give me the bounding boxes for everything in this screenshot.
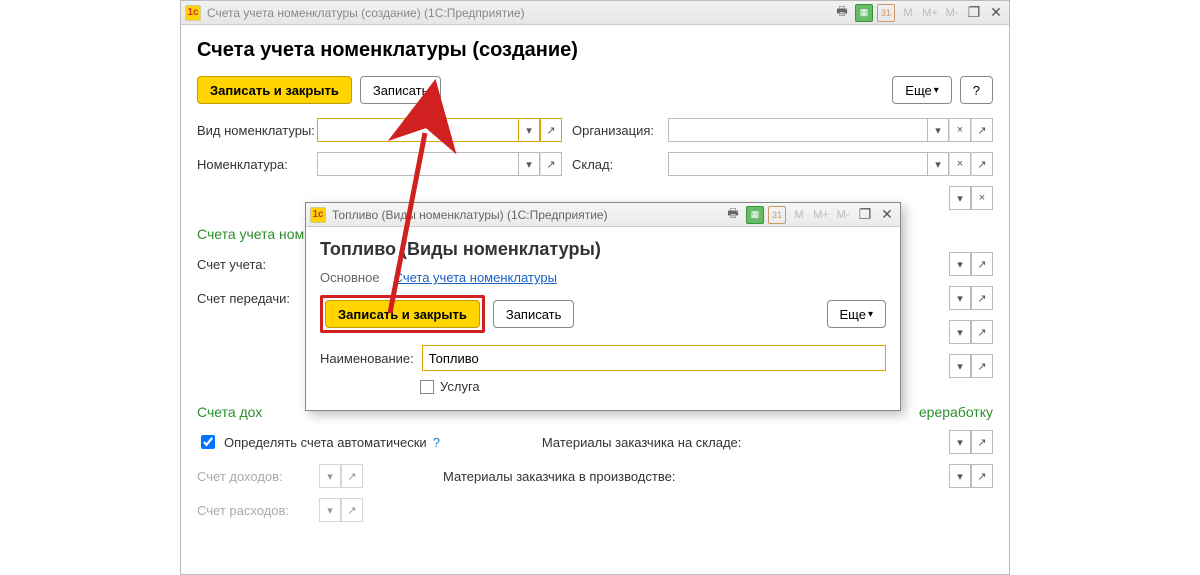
schet-dohodov-label: Счет доходов:: [197, 469, 309, 484]
sklad-input-group: ▾ × ↗: [668, 152, 993, 176]
section-dohody: Счета дох: [197, 404, 272, 420]
app-icon: 1c: [310, 207, 326, 223]
calculator-icon[interactable]: ▦: [746, 206, 764, 224]
memory-mminus-icon[interactable]: M-: [834, 206, 852, 224]
popup-save-button[interactable]: Записать: [493, 300, 575, 328]
nomenklatura-label: Номенклатура:: [197, 157, 309, 172]
open-icon[interactable]: ↗: [971, 252, 993, 276]
section-pererabotku-suffix: ереработку: [919, 404, 993, 420]
restore-icon[interactable]: ❐: [965, 4, 983, 22]
organizatsiya-input-group: ▾ × ↗: [668, 118, 993, 142]
dropdown-icon[interactable]: ▾: [949, 430, 971, 454]
more-button[interactable]: Еще: [892, 76, 951, 104]
tab-accounts[interactable]: Счета учета номенклатуры: [394, 270, 557, 285]
help-question-icon[interactable]: ?: [433, 435, 440, 450]
dropdown-icon[interactable]: ▾: [949, 320, 971, 344]
auto-accounts-checkbox[interactable]: [201, 435, 215, 449]
dropdown-icon[interactable]: ▾: [927, 118, 949, 142]
dropdown-icon[interactable]: ▾: [949, 252, 971, 276]
memory-m-icon[interactable]: M: [899, 4, 917, 22]
auto-accounts-label: Определять счета автоматически: [224, 435, 427, 450]
dropdown-icon[interactable]: ▾: [949, 464, 971, 488]
clear-icon[interactable]: ×: [949, 118, 971, 142]
open-icon[interactable]: ↗: [971, 430, 993, 454]
main-titlebar: 1c Счета учета номенклатуры (создание) (…: [181, 1, 1009, 25]
dropdown-icon[interactable]: ▾: [949, 286, 971, 310]
organizatsiya-label: Организация:: [572, 123, 660, 138]
schet-peredachi-label: Счет передачи:: [197, 291, 309, 306]
dropdown-icon[interactable]: ▾: [518, 118, 540, 142]
close-icon[interactable]: ✕: [987, 4, 1005, 22]
sklad-input[interactable]: [668, 152, 927, 176]
open-icon[interactable]: ↗: [971, 354, 993, 378]
nomenklatura-input[interactable]: [317, 152, 518, 176]
vid-nomenklatury-input-group: ▾ ↗: [317, 118, 562, 142]
popup-page-title: Топливо (Виды номенклатуры): [320, 239, 886, 260]
main-toolbar: Записать и закрыть Записать Еще ?: [197, 76, 993, 104]
popup-titlebar: 1c Топливо (Виды номенклатуры) (1С:Предп…: [306, 203, 900, 227]
print-icon[interactable]: 🖶: [724, 206, 742, 224]
save-and-close-button[interactable]: Записать и закрыть: [197, 76, 352, 104]
organizatsiya-input[interactable]: [668, 118, 927, 142]
dropdown-icon[interactable]: ▾: [949, 186, 971, 210]
open-icon: ↗: [341, 498, 363, 522]
save-button[interactable]: Записать: [360, 76, 442, 104]
dropdown-icon[interactable]: ▾: [927, 152, 949, 176]
dropdown-icon[interactable]: ▾: [518, 152, 540, 176]
calendar-icon[interactable]: 31: [877, 4, 895, 22]
open-icon[interactable]: ↗: [540, 118, 562, 142]
open-icon[interactable]: ↗: [540, 152, 562, 176]
clear-icon[interactable]: ×: [949, 152, 971, 176]
open-icon[interactable]: ↗: [971, 118, 993, 142]
close-icon[interactable]: ✕: [878, 206, 896, 224]
open-icon[interactable]: ↗: [971, 286, 993, 310]
memory-mplus-icon[interactable]: M+: [921, 4, 939, 22]
dropdown-icon: ▾: [319, 498, 341, 522]
popup-save-and-close-button[interactable]: Записать и закрыть: [325, 300, 480, 328]
memory-mplus-icon[interactable]: M+: [812, 206, 830, 224]
nomenklatura-input-group: ▾ ↗: [317, 152, 562, 176]
popup-name-label: Наименование:: [320, 351, 414, 366]
vid-nomenklatury-input[interactable]: [317, 118, 518, 142]
open-icon[interactable]: ↗: [971, 320, 993, 344]
schet-rashodov-label: Счет расходов:: [197, 503, 309, 518]
tip-sklada-stub: ▾ ×: [949, 186, 993, 210]
popup-window-title: Топливо (Виды номенклатуры) (1С:Предприя…: [332, 208, 608, 222]
sklad-label: Склад:: [572, 157, 660, 172]
vid-nomenklatury-label: Вид номенклатуры:: [197, 123, 309, 138]
print-icon[interactable]: 🖶: [833, 4, 851, 22]
schet-ucheta-label: Счет учета:: [197, 257, 309, 272]
main-window-title: Счета учета номенклатуры (создание) (1С:…: [207, 6, 525, 20]
dropdown-icon: ▾: [319, 464, 341, 488]
clear-icon[interactable]: ×: [971, 186, 993, 210]
popup-service-label: Услуга: [440, 379, 480, 394]
help-button[interactable]: ?: [960, 76, 993, 104]
memory-mminus-icon[interactable]: M-: [943, 4, 961, 22]
popup-more-button[interactable]: Еще: [827, 300, 886, 328]
page-title: Счета учета номенклатуры (создание): [197, 39, 993, 62]
popup-tabs: Основное Счета учета номенклатуры: [320, 270, 886, 285]
calendar-icon[interactable]: 31: [768, 206, 786, 224]
mat-proizv-label: Материалы заказчика в производстве:: [443, 469, 675, 484]
popup-name-input[interactable]: [422, 345, 886, 371]
calculator-icon[interactable]: ▦: [855, 4, 873, 22]
section-schet-ucheta: Счета учета номенклатуры: [197, 226, 307, 242]
tab-main[interactable]: Основное: [320, 270, 380, 285]
open-icon[interactable]: ↗: [971, 464, 993, 488]
memory-m-icon[interactable]: M: [790, 206, 808, 224]
app-icon: 1c: [185, 5, 201, 21]
popup-window: 1c Топливо (Виды номенклатуры) (1С:Предп…: [305, 202, 901, 411]
restore-icon[interactable]: ❐: [856, 206, 874, 224]
open-icon[interactable]: ↗: [971, 152, 993, 176]
red-highlight-box: Записать и закрыть: [320, 295, 485, 333]
popup-service-checkbox[interactable]: [420, 380, 434, 394]
open-icon: ↗: [341, 464, 363, 488]
dropdown-icon[interactable]: ▾: [949, 354, 971, 378]
mat-sklad-label: Материалы заказчика на складе:: [542, 435, 741, 450]
